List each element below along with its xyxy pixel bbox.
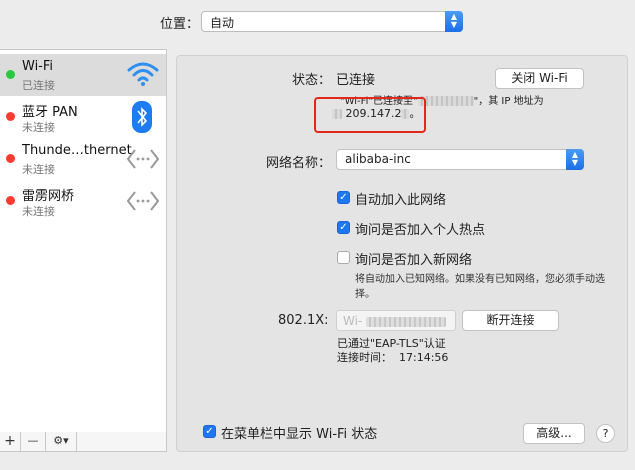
advanced-button[interactable]: 高级... [523,423,585,444]
status-dot-red [6,154,15,163]
network-name-label: 网络名称： [266,156,332,171]
turn-off-wifi-button[interactable]: 关闭 Wi-Fi [495,68,584,89]
status-dot-red [6,196,15,205]
redacted-ssid [417,96,474,106]
service-name: Wi-Fi [22,59,54,74]
location-value: 自动 [210,16,235,30]
add-service-button[interactable]: + [0,432,21,451]
chevron-updown-icon: ▲ ▼ [445,11,463,32]
auto-join-checkbox[interactable]: ✓ [337,191,350,204]
ask-hotspot-checkbox[interactable]: ✓ [337,221,350,234]
service-status: 未连接 [22,121,55,134]
location-select[interactable]: 自动 ▲ ▼ [201,11,463,32]
highlight-annotation-box [314,97,426,133]
network-name-select[interactable]: alibaba-inc ▲ ▼ [336,149,584,170]
service-name: Thunde…thernet [22,143,132,158]
ethernet-arrows-icon [126,191,160,211]
ask-hotspot-label: 询问是否加入个人热点 [355,223,486,238]
ask-new-network-label: 询问是否加入新网络 [355,253,473,268]
service-list-toolbar: + — ⚙▾ [0,432,167,452]
status-dot-red [6,112,15,121]
disconnect-button[interactable]: 断开连接 [462,310,559,331]
service-list: Wi-Fi 已连接 蓝牙 PAN 未连接 Thunde…thernet 未连接 … [0,49,167,433]
network-name-value: alibaba-inc [345,152,411,166]
service-status: 未连接 [22,163,55,176]
status-label: 状态： [292,73,332,88]
service-name: 蓝牙 PAN [22,105,78,120]
ethernet-arrows-icon [126,149,160,169]
dot1x-label: 802.1X: [278,313,329,328]
dot1x-profile-field: Wi- [336,310,456,331]
show-wifi-status-checkbox[interactable]: ✓ [203,425,216,438]
status-desc-part: "，其 IP 地址为 [473,96,544,107]
service-item-thunderbolt-bridge[interactable]: 雷雳网桥 未连接 [0,180,166,222]
dot1x-profile-prefix: Wi- [343,314,363,328]
redacted-profile-name [366,316,447,327]
status-value: 已连接 [336,73,376,88]
status-dot-green [6,70,15,79]
ask-new-network-checkbox[interactable] [337,251,350,264]
service-item-wifi[interactable]: Wi-Fi 已连接 [0,54,166,96]
service-status: 已连接 [22,79,55,92]
bluetooth-icon [132,101,152,133]
ask-new-network-note: 将自动加入已知网络。如果没有已知网络，您必须手动选择。 [355,274,605,300]
service-name: 雷雳网桥 [22,189,75,204]
wifi-icon [127,62,159,86]
remove-service-button[interactable]: — [21,432,46,451]
service-item-thunderbolt-ethernet[interactable]: Thunde…thernet 未连接 [0,138,166,180]
connect-time: 连接时间： 17:14:56 [337,351,449,364]
service-item-bluetooth-pan[interactable]: 蓝牙 PAN 未连接 [0,96,166,138]
action-gear-button[interactable]: ⚙▾ [46,432,77,451]
chevron-updown-icon: ▲ ▼ [566,149,584,170]
help-button[interactable]: ? [596,424,615,443]
location-label: 位置： [160,17,200,32]
auto-join-label: 自动加入此网络 [355,193,447,208]
service-status: 未连接 [22,205,55,218]
show-wifi-status-label: 在菜单栏中显示 Wi-Fi 状态 [221,427,378,442]
